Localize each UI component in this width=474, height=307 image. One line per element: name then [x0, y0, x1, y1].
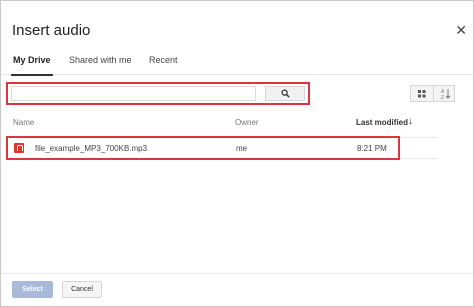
sort-az-icon: A Z [441, 89, 451, 101]
column-header-name[interactable]: Name [13, 118, 34, 127]
dialog-footer: Select Cancel [1, 273, 473, 307]
file-owner: me [236, 144, 248, 153]
search-area [6, 82, 310, 105]
grid-view-button[interactable] [411, 86, 433, 101]
close-icon[interactable]: ✕ [455, 22, 467, 39]
column-header-owner[interactable]: Owner [235, 118, 259, 127]
tab-my-drive[interactable]: My Drive [11, 55, 53, 76]
dialog-title: Insert audio [12, 22, 91, 39]
column-header-last-modified[interactable]: Last modified [356, 118, 408, 127]
tab-shared-with-me[interactable]: Shared with me [69, 55, 132, 65]
row-extension [400, 137, 438, 159]
select-button[interactable]: Select [12, 281, 53, 298]
file-name: file_example_MP3_700KB.mp3 [35, 144, 148, 153]
view-toggle: A Z [410, 85, 455, 102]
cancel-button[interactable]: Cancel [62, 281, 102, 298]
svg-text:Z: Z [441, 95, 444, 101]
table-row[interactable]: file_example_MP3_700KB.mp3 me 8:21 PM [6, 136, 400, 160]
insert-audio-dialog: Insert audio ✕ My Drive Shared with me R… [0, 0, 474, 307]
sort-arrow-icon[interactable]: ↓ [408, 116, 413, 127]
search-icon [281, 89, 290, 98]
grid-view-icon [418, 90, 426, 98]
audio-file-icon [14, 143, 24, 153]
tab-recent[interactable]: Recent [149, 55, 178, 65]
search-button[interactable] [265, 86, 305, 101]
search-input[interactable] [11, 86, 256, 101]
tab-bar: My Drive Shared with me Recent [1, 51, 473, 76]
sort-button[interactable]: A Z [433, 86, 455, 101]
file-last-modified: 8:21 PM [357, 144, 387, 153]
